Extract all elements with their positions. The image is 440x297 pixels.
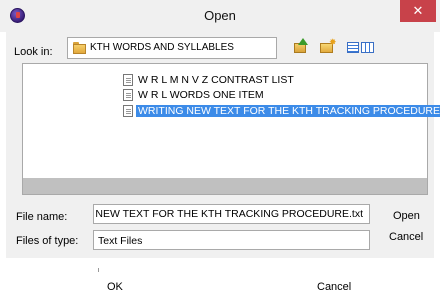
file-list[interactable]: W R L M N V Z CONTRAST LIST W R L WORDS … — [22, 63, 440, 195]
divider — [98, 268, 99, 272]
file-type-select[interactable]: Text Files — [93, 230, 370, 250]
file-type-value: Text Files — [98, 235, 143, 247]
look-in-value: KTH WORDS AND SYLLABLES — [90, 42, 234, 53]
file-name-label: File name: — [16, 211, 68, 223]
new-folder-button[interactable]: ✸ — [318, 38, 338, 56]
file-name: WRITING NEW TEXT FOR THE KTH TRACKING PR… — [136, 105, 440, 117]
ok-button[interactable]: OK — [107, 281, 123, 293]
document-icon — [123, 89, 133, 101]
look-in-dropdown[interactable]: KTH WORDS AND SYLLABLES — [67, 37, 277, 59]
document-icon — [123, 105, 133, 117]
file-name-input[interactable]: RITING NEW TEXT FOR THE KTH TRACKING PRO… — [93, 204, 370, 224]
folder-icon — [73, 42, 86, 54]
document-icon — [123, 74, 133, 86]
horizontal-scrollbar[interactable] — [23, 178, 427, 194]
file-name-value: RITING NEW TEXT FOR THE KTH TRACKING PRO… — [94, 208, 363, 220]
title-bar: Open ✕ — [0, 0, 440, 32]
up-one-level-button[interactable] — [292, 38, 312, 56]
open-button[interactable]: Open — [393, 210, 420, 222]
close-button[interactable]: ✕ — [400, 0, 436, 22]
cancel-button[interactable]: Cancel — [389, 231, 423, 243]
bottom-cancel-button[interactable]: Cancel — [317, 281, 351, 293]
file-name: W R L M N V Z CONTRAST LIST — [138, 74, 294, 86]
file-name: W R L WORDS ONE ITEM — [138, 89, 264, 101]
view-menu-button[interactable] — [345, 38, 377, 56]
look-in-label: Look in: — [14, 46, 53, 58]
window-title: Open — [204, 8, 236, 23]
file-type-label: Files of type: — [16, 235, 79, 247]
